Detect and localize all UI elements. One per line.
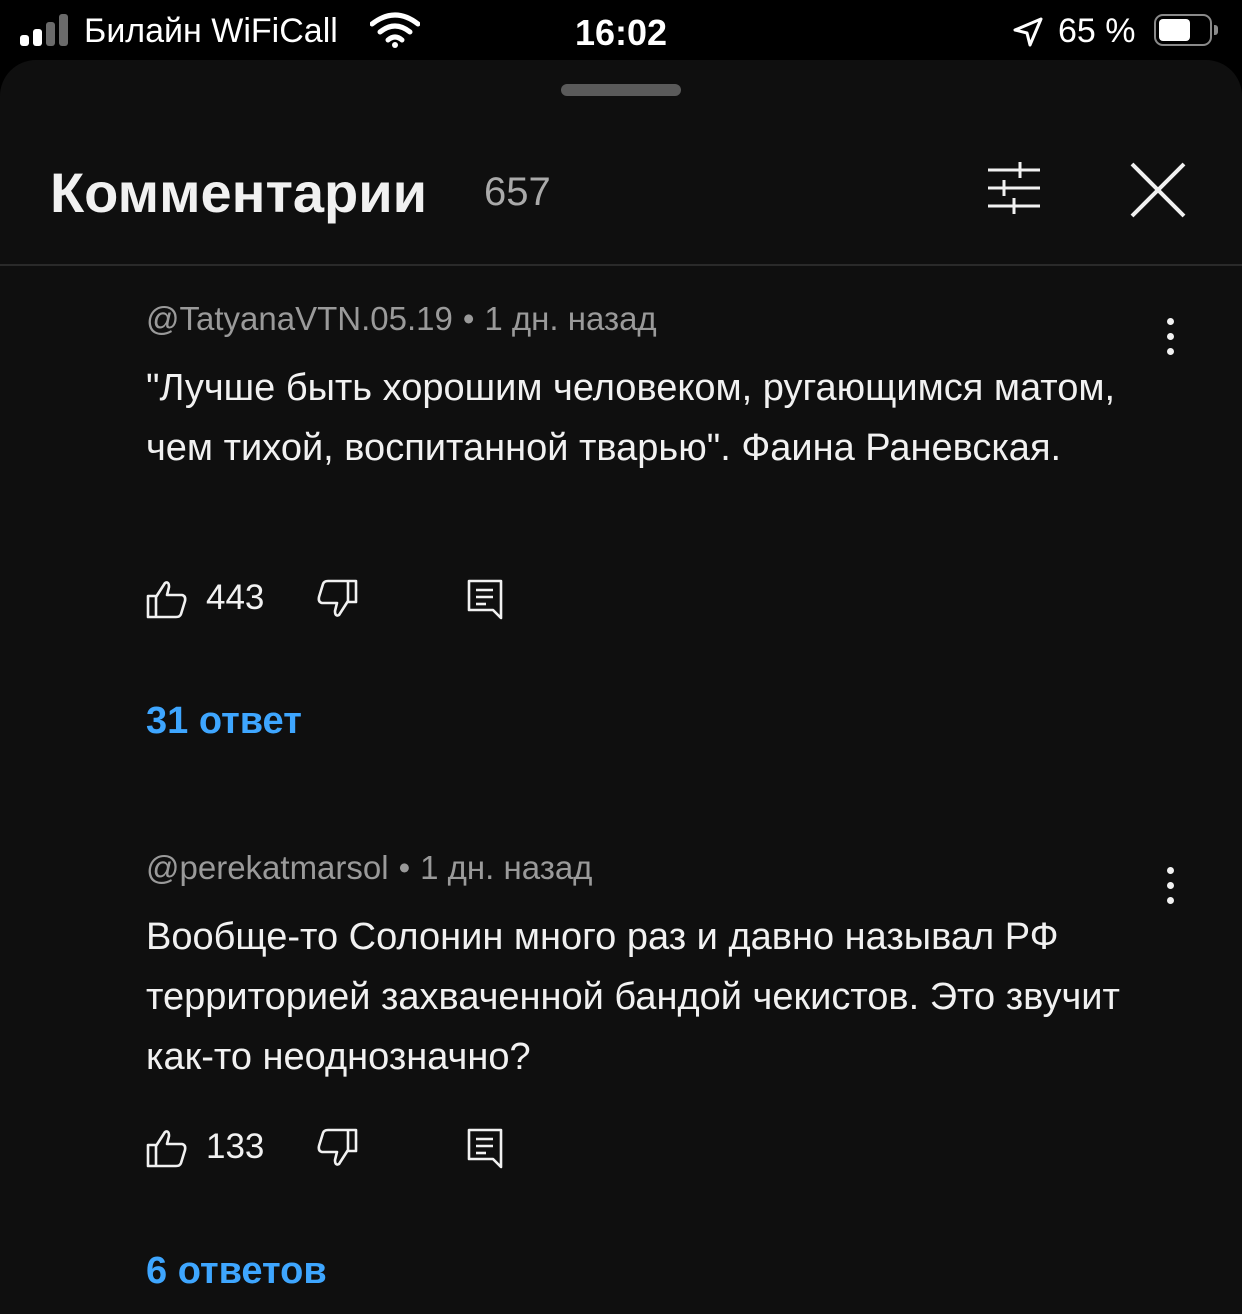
meta-separator: • [398, 849, 411, 886]
comment-actions: 133 [146, 1127, 646, 1171]
location-arrow-icon [1013, 17, 1043, 47]
drag-handle[interactable] [561, 84, 681, 96]
clock: 16:02 [574, 12, 668, 53]
close-icon[interactable] [1126, 158, 1190, 222]
status-bar: Билайн WiFiCall 16:02 65 % [0, 0, 1242, 64]
more-options-icon[interactable] [1160, 867, 1180, 915]
reply-comment-icon[interactable] [466, 1127, 508, 1171]
like-count: 443 [206, 578, 265, 617]
comment-time: 1 дн. назад [420, 849, 593, 886]
like-icon[interactable] [146, 578, 188, 620]
header-divider [0, 264, 1242, 266]
like-icon[interactable] [146, 1127, 188, 1169]
comment-author[interactable]: @TatyanaVTN.05.19 [146, 300, 453, 337]
comment-meta: @perekatmarsol • 1 дн. назад [146, 849, 1146, 887]
comment-text: Вообще-то Солонин много раз и давно назы… [146, 916, 1120, 1078]
dislike-icon[interactable] [316, 1127, 358, 1169]
comment-item: @TatyanaVTN.05.19 • 1 дн. назад "Лучше быт… [146, 300, 1146, 478]
dislike-icon[interactable] [316, 578, 358, 620]
comment-actions: 443 [146, 578, 646, 622]
comment-time: 1 дн. назад [484, 300, 657, 337]
view-replies-button[interactable]: 31 ответ [146, 700, 302, 743]
sliders-icon[interactable] [980, 160, 1048, 220]
page-title: Комментарии [50, 161, 428, 224]
battery-icon [1154, 14, 1218, 46]
view-replies-button[interactable]: 6 ответов [146, 1250, 327, 1293]
battery-level-fill [1159, 19, 1190, 41]
battery-percent: 65 % [1058, 12, 1136, 50]
meta-separator: • [462, 300, 475, 337]
comment-count: 657 [484, 170, 551, 214]
comment-meta: @TatyanaVTN.05.19 • 1 дн. назад [146, 300, 1146, 338]
more-options-icon[interactable] [1160, 318, 1180, 366]
comments-sheet: Комментарии 657 @TatyanaVTN.05.19 • 1 дн. … [0, 60, 1242, 1314]
comment-author[interactable]: @perekatmarsol [146, 849, 389, 886]
comment-item: @perekatmarsol • 1 дн. назад Вообще-то Сол… [146, 849, 1146, 1087]
reply-comment-icon[interactable] [466, 578, 508, 622]
like-count: 133 [206, 1127, 265, 1166]
comments-header: Комментарии 657 [0, 130, 1242, 264]
comment-text: "Лучше быть хорошим человеком, ругающимс… [146, 367, 1116, 469]
